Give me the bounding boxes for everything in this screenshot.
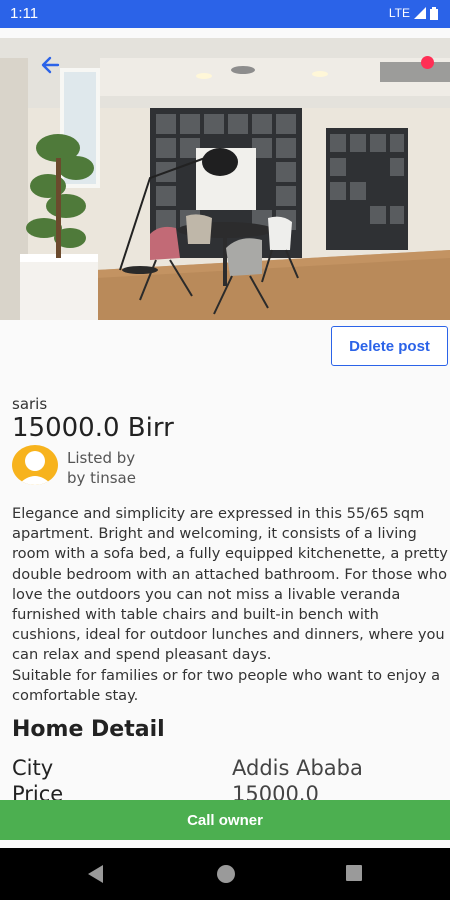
- listing-price: 15000.0 Birr: [12, 413, 174, 443]
- home-detail-heading: Home Detail: [12, 717, 165, 742]
- status-bar: 1:11 LTE: [0, 0, 450, 28]
- listed-by-label: Listed by: [67, 449, 136, 467]
- system-nav-bar: [0, 848, 450, 900]
- user-avatar-icon: [18, 451, 52, 485]
- listing-description: Elegance and simplicity are expressed in…: [12, 505, 448, 704]
- status-time: 1:11: [10, 5, 39, 22]
- network-label: LTE: [388, 6, 410, 20]
- signal-icon: [414, 7, 426, 19]
- circle-home-icon[interactable]: [216, 864, 236, 884]
- triangle-back-icon[interactable]: [86, 864, 104, 884]
- status-icons: LTE: [389, 6, 438, 20]
- detail-value-price: 15000.0: [232, 782, 319, 800]
- battery-icon: [430, 6, 438, 20]
- back-button[interactable]: [36, 50, 66, 80]
- red-dot-icon: [421, 56, 434, 69]
- listing-title: saris: [12, 395, 48, 413]
- detail-label-city: City: [12, 756, 54, 780]
- square-recents-icon[interactable]: [345, 864, 363, 882]
- listing-photo: [0, 38, 450, 320]
- avatar: [12, 445, 58, 485]
- detail-label-price: Price: [12, 782, 64, 800]
- detail-value-city: Addis Ababa: [232, 756, 363, 780]
- lister-name: by tinsae: [67, 469, 136, 487]
- delete-post-button[interactable]: Delete post: [331, 326, 448, 366]
- arrow-left-icon: [41, 56, 60, 74]
- home-detail-table: City Addis Ababa Price 15000.0: [0, 750, 450, 800]
- call-owner-button[interactable]: Call owner: [0, 800, 450, 840]
